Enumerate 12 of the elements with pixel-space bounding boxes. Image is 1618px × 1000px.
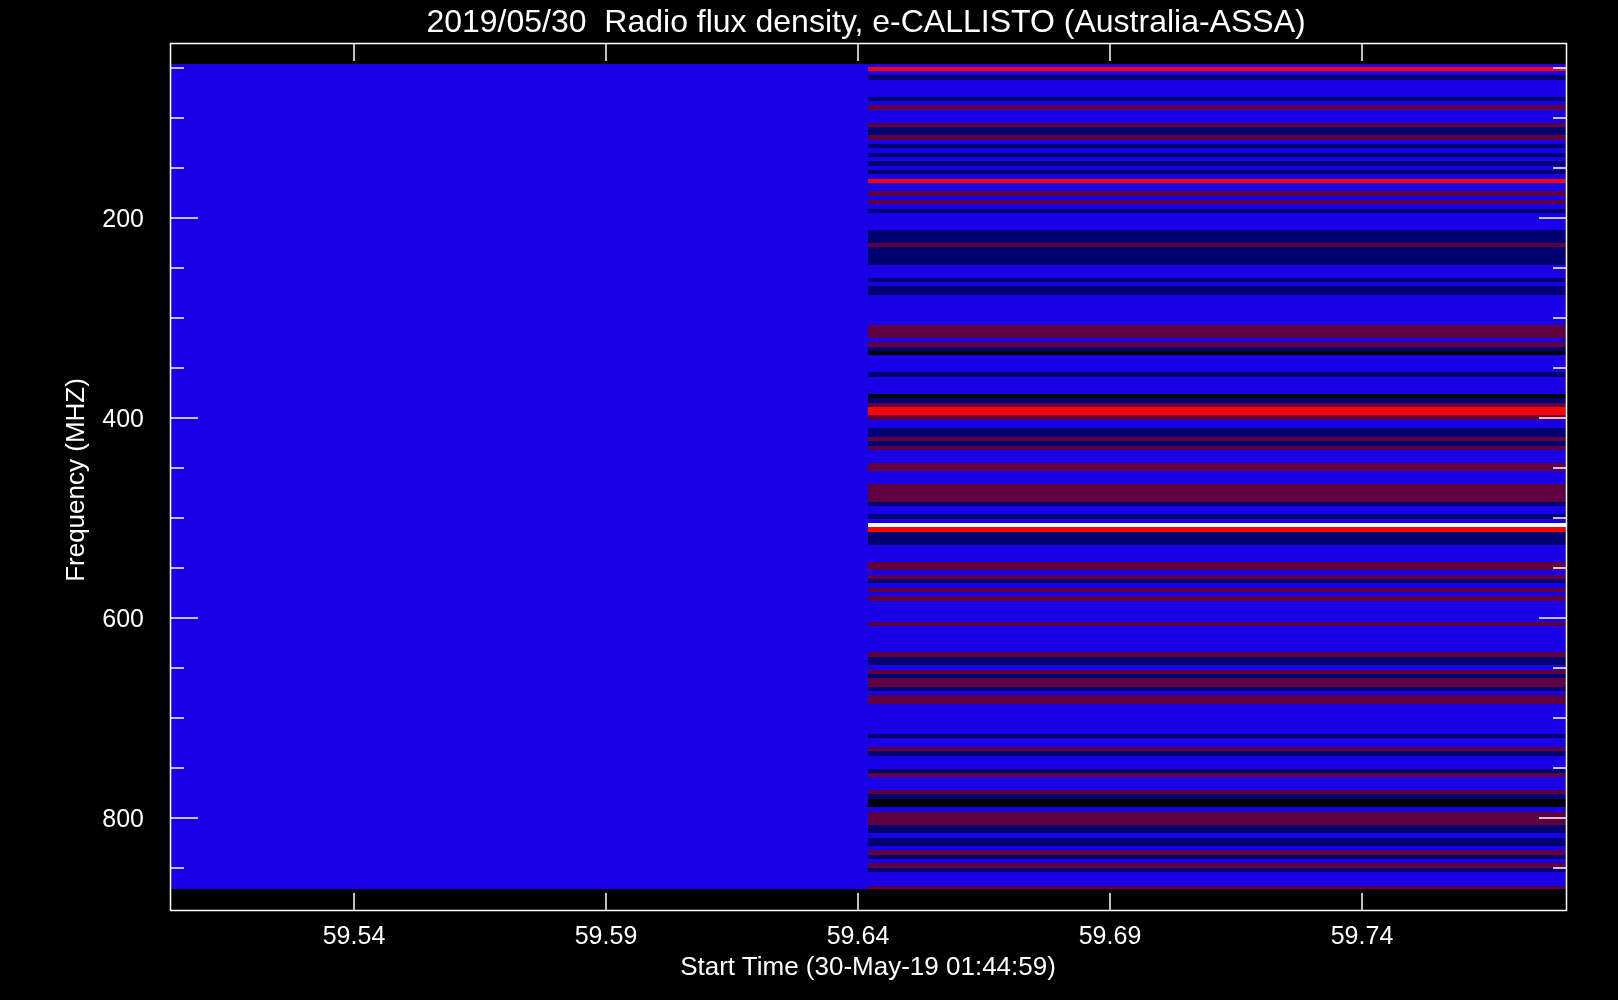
y-tick-label: 200 <box>102 204 144 232</box>
y-tick-label: 800 <box>102 804 144 832</box>
y-axis-title: Frequency (MHZ) <box>60 378 90 582</box>
y-tick-label: 400 <box>102 404 144 432</box>
x-tick-label: 59.74 <box>1330 921 1394 949</box>
y-tick-label: 600 <box>102 604 144 632</box>
x-tick-label: 59.54 <box>322 921 386 949</box>
x-tick-label: 59.69 <box>1078 921 1142 949</box>
x-tick-label: 59.59 <box>574 921 638 949</box>
x-axis-title: Start Time (30-May-19 01:44:59) <box>680 951 1056 981</box>
chart-title: 2019/05/30 Radio flux density, e-CALLISTO (Australia-ASSA) <box>426 3 1306 39</box>
x-tick-label: 59.64 <box>826 921 890 949</box>
